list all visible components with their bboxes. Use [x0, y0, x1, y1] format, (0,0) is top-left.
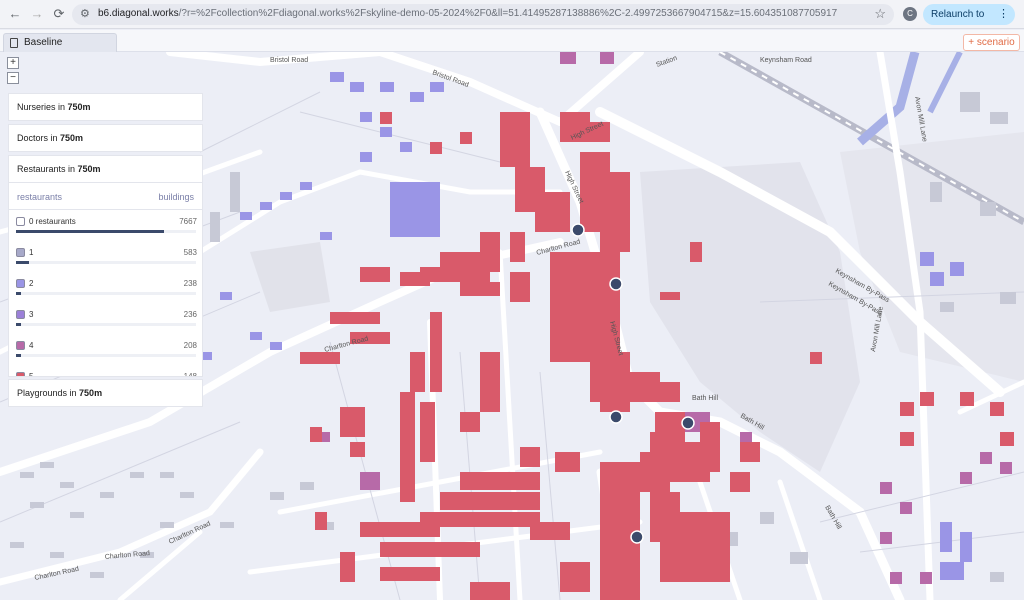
- url-text: b6.diagonal.works/?r=%2Fcollection%2Fdia…: [98, 8, 838, 19]
- bucket-row[interactable]: 0 restaurants 7667: [15, 217, 199, 241]
- column-restaurants: restaurants: [17, 192, 63, 202]
- bucket-label: 1: [29, 248, 34, 257]
- bucket-bar-track: [16, 230, 196, 233]
- bucket-swatch[interactable]: [16, 372, 25, 376]
- bucket-swatch[interactable]: [16, 310, 25, 319]
- nurseries-panel[interactable]: Nurseries in 750m: [8, 93, 203, 121]
- bucket-bar-fill: [16, 323, 22, 326]
- playgrounds-title: Playgrounds in 750m: [17, 388, 103, 398]
- browser-menu-icon[interactable]: ⋮: [998, 4, 1009, 25]
- bucket-label: 5: [29, 372, 34, 377]
- bucket-label: 3: [29, 310, 34, 319]
- bucket-count: 236: [183, 310, 197, 319]
- bucket-row[interactable]: 3 236: [15, 310, 199, 334]
- nurseries-title: Nurseries in 750m: [17, 102, 91, 112]
- bucket-bar-fill: [16, 354, 21, 357]
- bucket-bar-track: [16, 354, 196, 357]
- bucket-bar-track: [16, 292, 196, 295]
- tab-baseline-label: Baseline: [24, 37, 63, 48]
- label-avon-mill-lane-2: Avon Mill Lane: [870, 306, 885, 352]
- bookmark-star-icon[interactable]: ☆: [874, 6, 886, 22]
- label-charlton-road-2: Charlton Road: [324, 335, 370, 353]
- bucket-swatch[interactable]: [16, 217, 25, 226]
- restaurants-title: Restaurants in 750m: [9, 156, 202, 183]
- bucket-swatch[interactable]: [16, 248, 25, 257]
- playgrounds-panel[interactable]: Playgrounds in 750m: [8, 379, 203, 407]
- restaurants-panel[interactable]: Restaurants in 750m restaurants building…: [8, 155, 203, 377]
- forward-arrow-icon[interactable]: →: [28, 5, 46, 23]
- park-area: [250, 242, 330, 312]
- bucket-bar-fill: [16, 230, 164, 233]
- bucket-bar-fill: [16, 261, 29, 264]
- zoom-out-button[interactable]: −: [7, 72, 19, 84]
- column-buildings: buildings: [158, 192, 194, 202]
- bucket-count: 7667: [179, 217, 197, 226]
- bucket-count: 583: [183, 248, 197, 257]
- label-keynsham-road: Keynsham Road: [760, 57, 812, 64]
- bucket-row[interactable]: 1 583: [15, 248, 199, 272]
- bucket-row[interactable]: 4 208: [15, 341, 199, 365]
- scenario-tabstrip: Baseline: [0, 30, 1024, 52]
- tab-baseline[interactable]: Baseline: [3, 33, 117, 52]
- label-avon-mill-lane-1: Avon Mill Lane: [913, 96, 928, 142]
- label-station: Station: [655, 55, 678, 69]
- back-arrow-icon[interactable]: ←: [6, 5, 24, 23]
- bucket-bar-track: [16, 261, 196, 264]
- site-settings-icon[interactable]: ⚙: [80, 7, 90, 20]
- bucket-row[interactable]: 2 238: [15, 279, 199, 303]
- bucket-count: 238: [183, 279, 197, 288]
- bucket-label: 0 restaurants: [29, 217, 76, 226]
- bucket-bar-fill: [16, 292, 22, 295]
- label-bath-hill-1: Bath Hill: [692, 395, 719, 402]
- bucket-count: 208: [183, 341, 197, 350]
- label-bristol-road-1: Bristol Road: [270, 57, 308, 64]
- browser-toolbar: ← → ⟳ ⚙ b6.diagonal.works/?r=%2Fcollecti…: [0, 0, 1024, 41]
- bucket-label: 2: [29, 279, 34, 288]
- doctors-panel[interactable]: Doctors in 750m: [8, 124, 203, 152]
- document-icon: [10, 38, 18, 48]
- profile-avatar[interactable]: C: [903, 7, 917, 21]
- add-scenario-button[interactable]: + scenario: [963, 34, 1020, 51]
- bucket-count: 148: [183, 372, 197, 377]
- doctors-title: Doctors in 750m: [17, 133, 84, 143]
- restaurants-column-header: restaurants buildings: [17, 192, 194, 202]
- label-bath-hill-3: Bath Hill: [823, 505, 842, 531]
- bucket-label: 4: [29, 341, 34, 350]
- relaunch-button[interactable]: Relaunch to update ⋮: [923, 4, 1015, 41]
- river-branch: [927, 52, 963, 114]
- bucket-swatch[interactable]: [16, 341, 25, 350]
- bucket-row[interactable]: 5 148: [15, 372, 199, 377]
- bucket-swatch[interactable]: [16, 279, 25, 288]
- bucket-bar-track: [16, 323, 196, 326]
- address-bar[interactable]: ⚙ b6.diagonal.works/?r=%2Fcollection%2Fd…: [72, 4, 894, 25]
- reload-icon[interactable]: ⟳: [50, 5, 68, 23]
- zoom-in-button[interactable]: +: [7, 57, 19, 69]
